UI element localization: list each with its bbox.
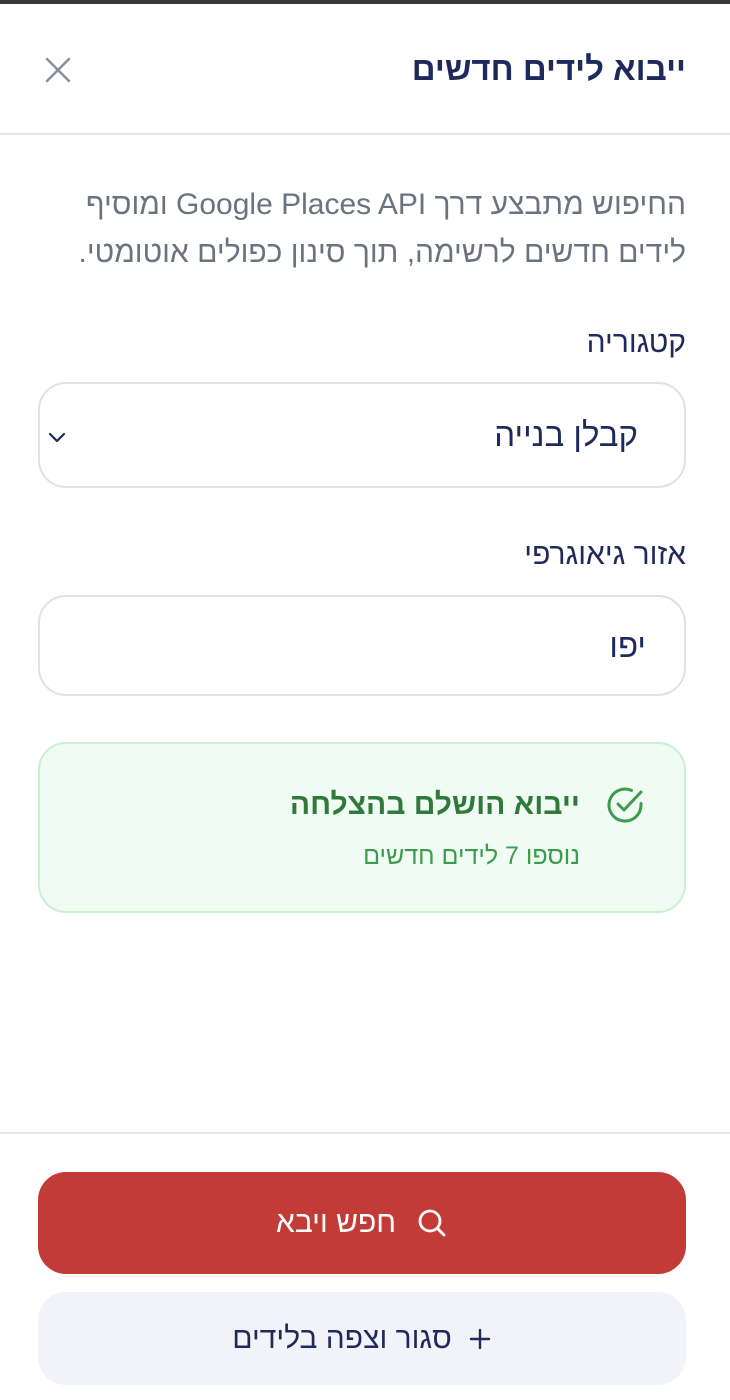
- close-icon: [45, 57, 71, 83]
- region-input-value: יפו: [609, 627, 646, 664]
- success-alert: ייבוא הושלם בהצלחה נוספו 7 לידים חדשים: [38, 742, 686, 913]
- close-view-leads-label: סגור וצפה בלידים: [232, 1321, 452, 1355]
- plus-icon: [469, 1328, 490, 1349]
- category-label: קטגוריה: [586, 326, 686, 359]
- close-view-leads-button[interactable]: סגור וצפה בלידים: [38, 1292, 686, 1385]
- success-title: ייבוא הושלם בהצלחה: [289, 788, 580, 821]
- dialog-header: ייבוא לידים חדשים: [0, 4, 730, 135]
- region-input[interactable]: יפו: [38, 595, 686, 696]
- close-button[interactable]: [38, 50, 78, 90]
- region-label: אזור גיאוגרפי: [524, 538, 686, 571]
- search-import-button[interactable]: חפש ויבא: [38, 1172, 686, 1274]
- check-circle-icon: [607, 787, 643, 823]
- success-message: נוספו 7 לידים חדשים: [363, 842, 580, 870]
- dialog-description: החיפוש מתבצע דרך Google Places API ומוסי…: [78, 188, 686, 269]
- search-import-label: חפש ויבא: [275, 1206, 397, 1239]
- dialog-title: ייבוא לידים חדשים: [411, 50, 686, 87]
- category-selected-value: קבלן בנייה: [494, 416, 638, 453]
- category-select[interactable]: קבלן בנייה: [38, 382, 686, 488]
- chevron-down-icon: [48, 432, 66, 443]
- footer-divider: [0, 1132, 730, 1134]
- search-icon: [418, 1209, 446, 1237]
